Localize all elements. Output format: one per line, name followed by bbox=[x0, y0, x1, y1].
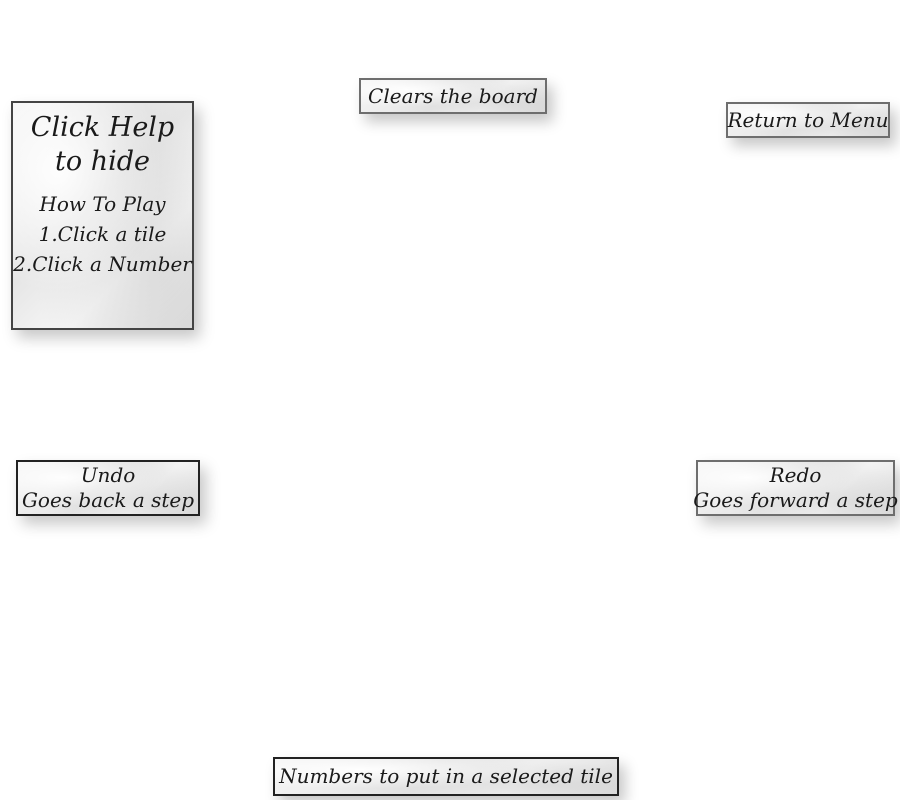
undo-tooltip: Undo Goes back a step bbox=[16, 460, 200, 516]
redo-tooltip-description: Goes forward a step bbox=[693, 488, 898, 512]
redo-tooltip: Redo Goes forward a step bbox=[693, 460, 898, 516]
how-to-play-heading: How To Play bbox=[39, 191, 166, 216]
number-pad-tooltip: Numbers to put in a selected tile bbox=[273, 757, 619, 796]
clear-board-tooltip: Clears the board bbox=[359, 78, 547, 114]
how-to-play-step: 2.Click a Number bbox=[13, 251, 192, 276]
how-to-play-list: How To Play 1.Click a tile 2.Click a Num… bbox=[13, 189, 192, 279]
undo-tooltip-title: Undo bbox=[80, 463, 136, 487]
help-panel-title: Click Help to hide bbox=[31, 111, 174, 179]
return-to-menu-tooltip-text: Return to Menu bbox=[727, 107, 889, 132]
return-to-menu-tooltip: Return to Menu bbox=[726, 102, 890, 138]
undo-tooltip-description: Goes back a step bbox=[21, 488, 195, 512]
help-panel: Click Help to hide How To Play 1.Click a… bbox=[11, 101, 194, 330]
clear-board-tooltip-text: Clears the board bbox=[368, 83, 538, 108]
how-to-play-step: 1.Click a tile bbox=[38, 221, 167, 246]
help-title-line: to hide bbox=[55, 145, 150, 177]
number-pad-tooltip-text: Numbers to put in a selected tile bbox=[279, 764, 613, 788]
redo-tooltip-title: Redo bbox=[769, 463, 822, 487]
help-title-line: Click Help bbox=[30, 112, 175, 143]
